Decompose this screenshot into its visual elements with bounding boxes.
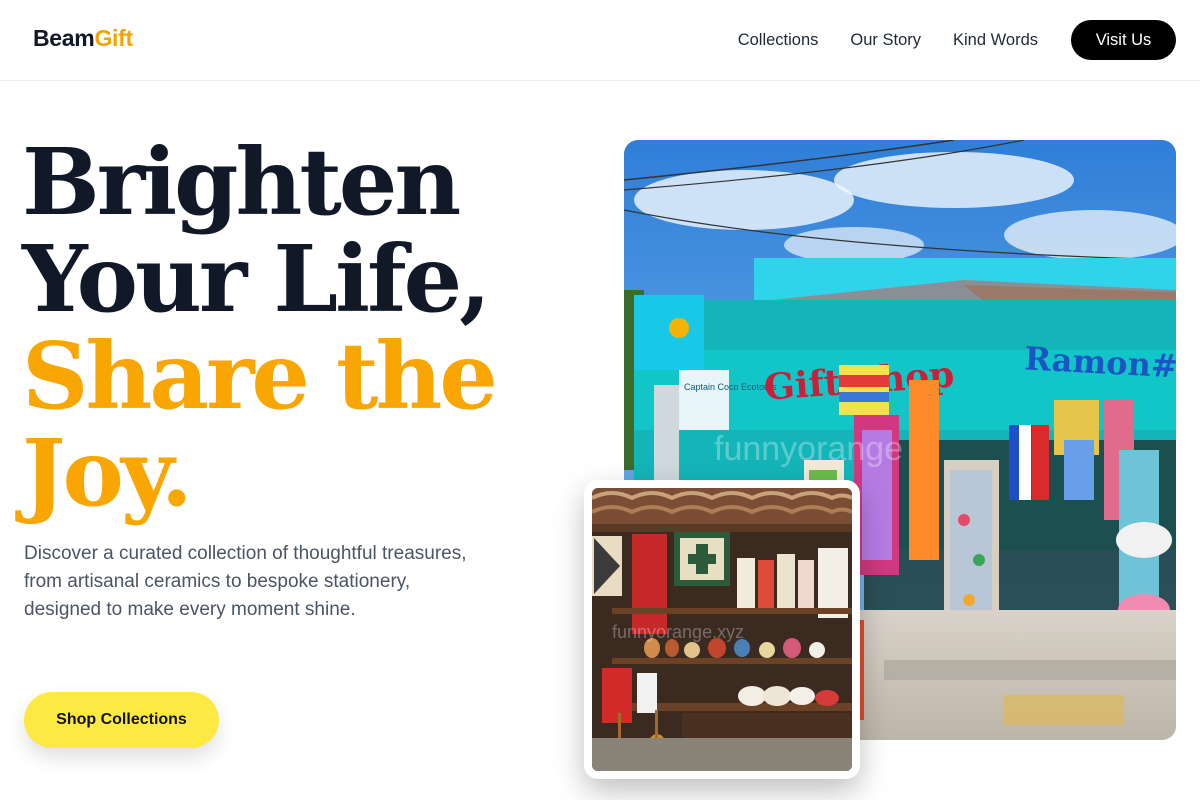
headline-line-4: Joy. bbox=[22, 419, 193, 527]
nav-link-our-story[interactable]: Our Story bbox=[850, 20, 921, 60]
site-header: BeamGift Collections Our Story Kind Word… bbox=[0, 0, 1200, 81]
visit-us-button[interactable]: Visit Us bbox=[1071, 20, 1176, 60]
brand-name-part2: Gift bbox=[94, 25, 133, 51]
nav-link-kind-words[interactable]: Kind Words bbox=[953, 20, 1038, 60]
hero-headline: Brighten Your Life, Share the Joy. bbox=[22, 128, 498, 527]
main-photo-watermark: funnyorange bbox=[714, 430, 903, 468]
headline-line-2: Your Life, bbox=[22, 225, 491, 333]
hero-description: Discover a curated collection of thought… bbox=[24, 543, 467, 620]
headline-line-3: Share the bbox=[22, 322, 498, 430]
nav-link-collections[interactable]: Collections bbox=[738, 20, 819, 60]
brand-name-part1: Beam bbox=[33, 25, 95, 51]
main-nav: Collections Our Story Kind Words Visit U… bbox=[738, 20, 1176, 60]
small-photo-watermark: funnyorange.xyz bbox=[612, 622, 744, 642]
shop-collections-button[interactable]: Shop Collections bbox=[24, 692, 219, 748]
market-stall-photo: funnyorange.xyz bbox=[592, 488, 852, 771]
market-stall-photo-frame: funnyorange.xyz bbox=[584, 480, 860, 779]
headline-line-1: Brighten bbox=[22, 128, 461, 236]
brand-logo[interactable]: BeamGift bbox=[33, 25, 133, 52]
